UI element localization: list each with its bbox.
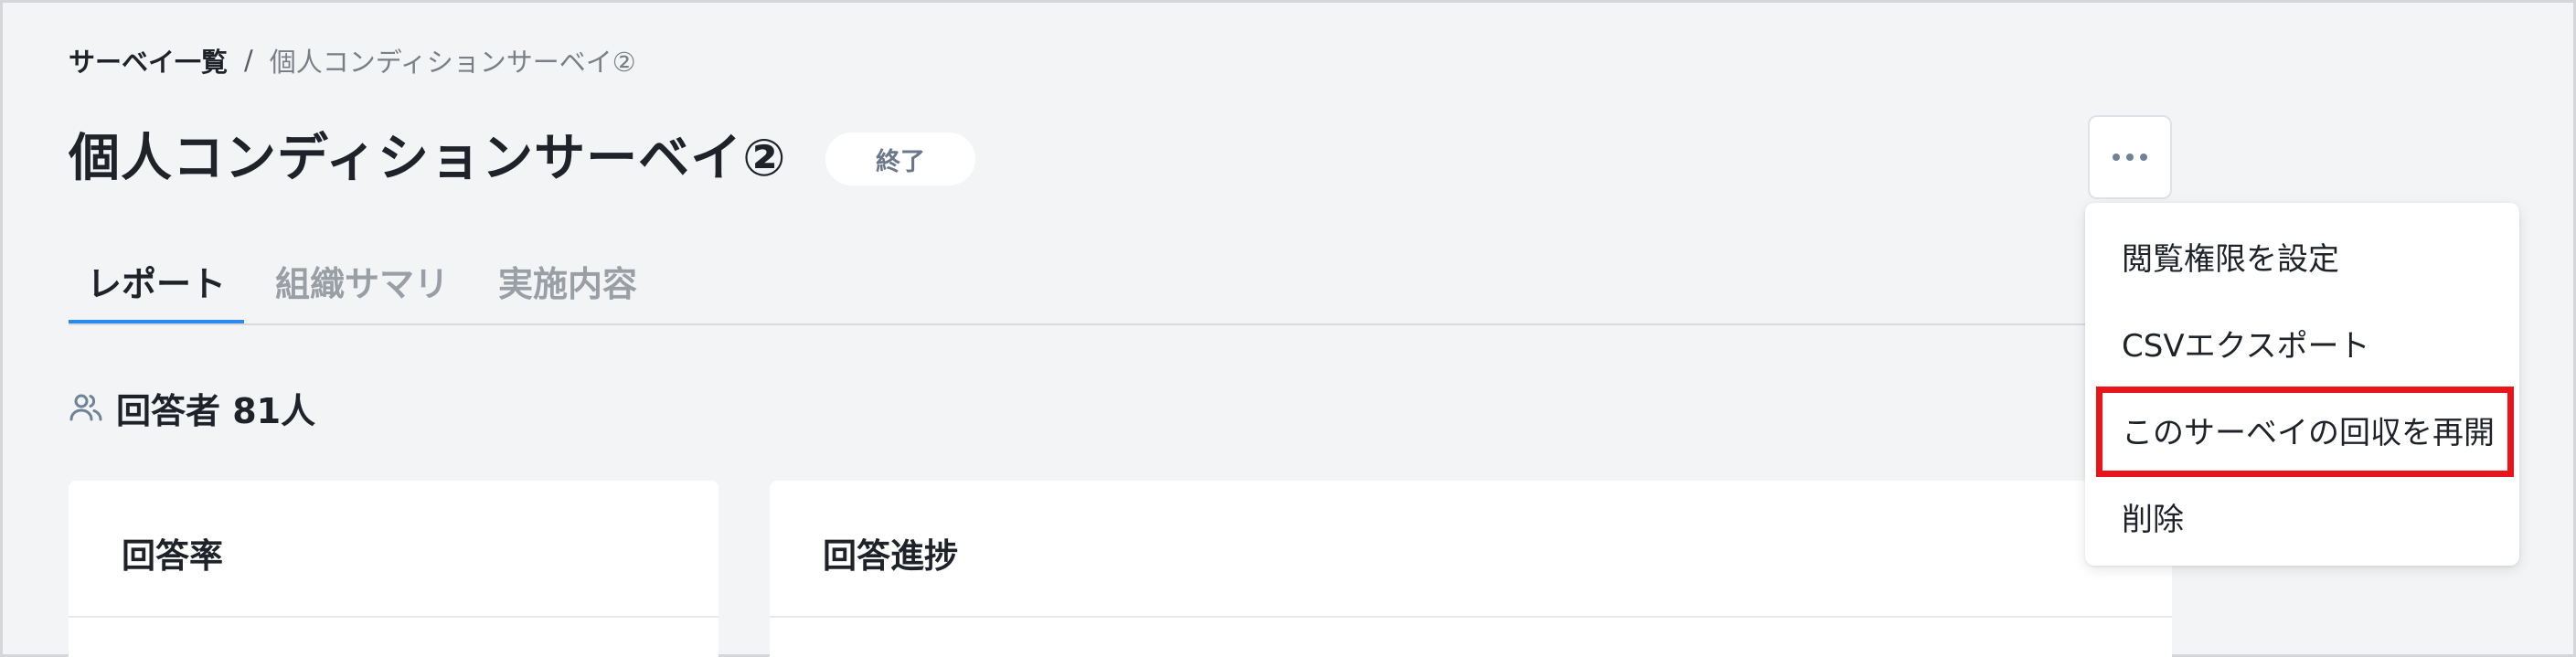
card-divider: [770, 616, 2172, 618]
breadcrumb-link-survey-list[interactable]: サーベイ一覧: [69, 41, 228, 79]
response-progress-title: 回答進捗: [823, 536, 958, 576]
breadcrumb-separator: /: [244, 45, 253, 76]
page-title: 個人コンディションサーベイ②: [69, 129, 787, 188]
tab-bar: レポート 組織サマリ 実施内容: [69, 247, 655, 325]
response-progress-card: 回答進捗: [770, 481, 2172, 657]
status-badge: 終了: [825, 132, 975, 185]
menu-item-delete[interactable]: 削除: [2085, 480, 2519, 553]
tab-report[interactable]: レポート: [69, 247, 245, 325]
menu-item-resume-collection[interactable]: このサーベイの回収を再開: [2085, 393, 2519, 466]
breadcrumb-current: 個人コンディションサーベイ②: [269, 47, 636, 78]
users-icon: [69, 390, 103, 425]
menu-item-set-view-permission[interactable]: 閲覧権限を設定: [2085, 219, 2519, 292]
tab-organization-summary[interactable]: 組織サマリ: [257, 247, 467, 325]
tabs-divider: [69, 323, 2172, 325]
more-options-button[interactable]: [2088, 115, 2172, 199]
ellipsis-icon: [2113, 154, 2147, 161]
card-divider: [69, 616, 719, 618]
respondents-summary: 回答者 81人: [69, 382, 315, 433]
tab-implementation-details[interactable]: 実施内容: [480, 247, 655, 325]
response-rate-card: 回答率: [69, 481, 719, 657]
menu-item-csv-export[interactable]: CSVエクスポート: [2085, 306, 2519, 379]
respondents-count: 回答者 81人: [116, 390, 316, 431]
more-options-menu: 閲覧権限を設定 CSVエクスポート このサーベイの回収を再開 削除: [2085, 203, 2519, 566]
breadcrumb: サーベイ一覧 / 個人コンディションサーベイ②: [69, 42, 636, 79]
response-rate-title: 回答率: [122, 536, 223, 576]
